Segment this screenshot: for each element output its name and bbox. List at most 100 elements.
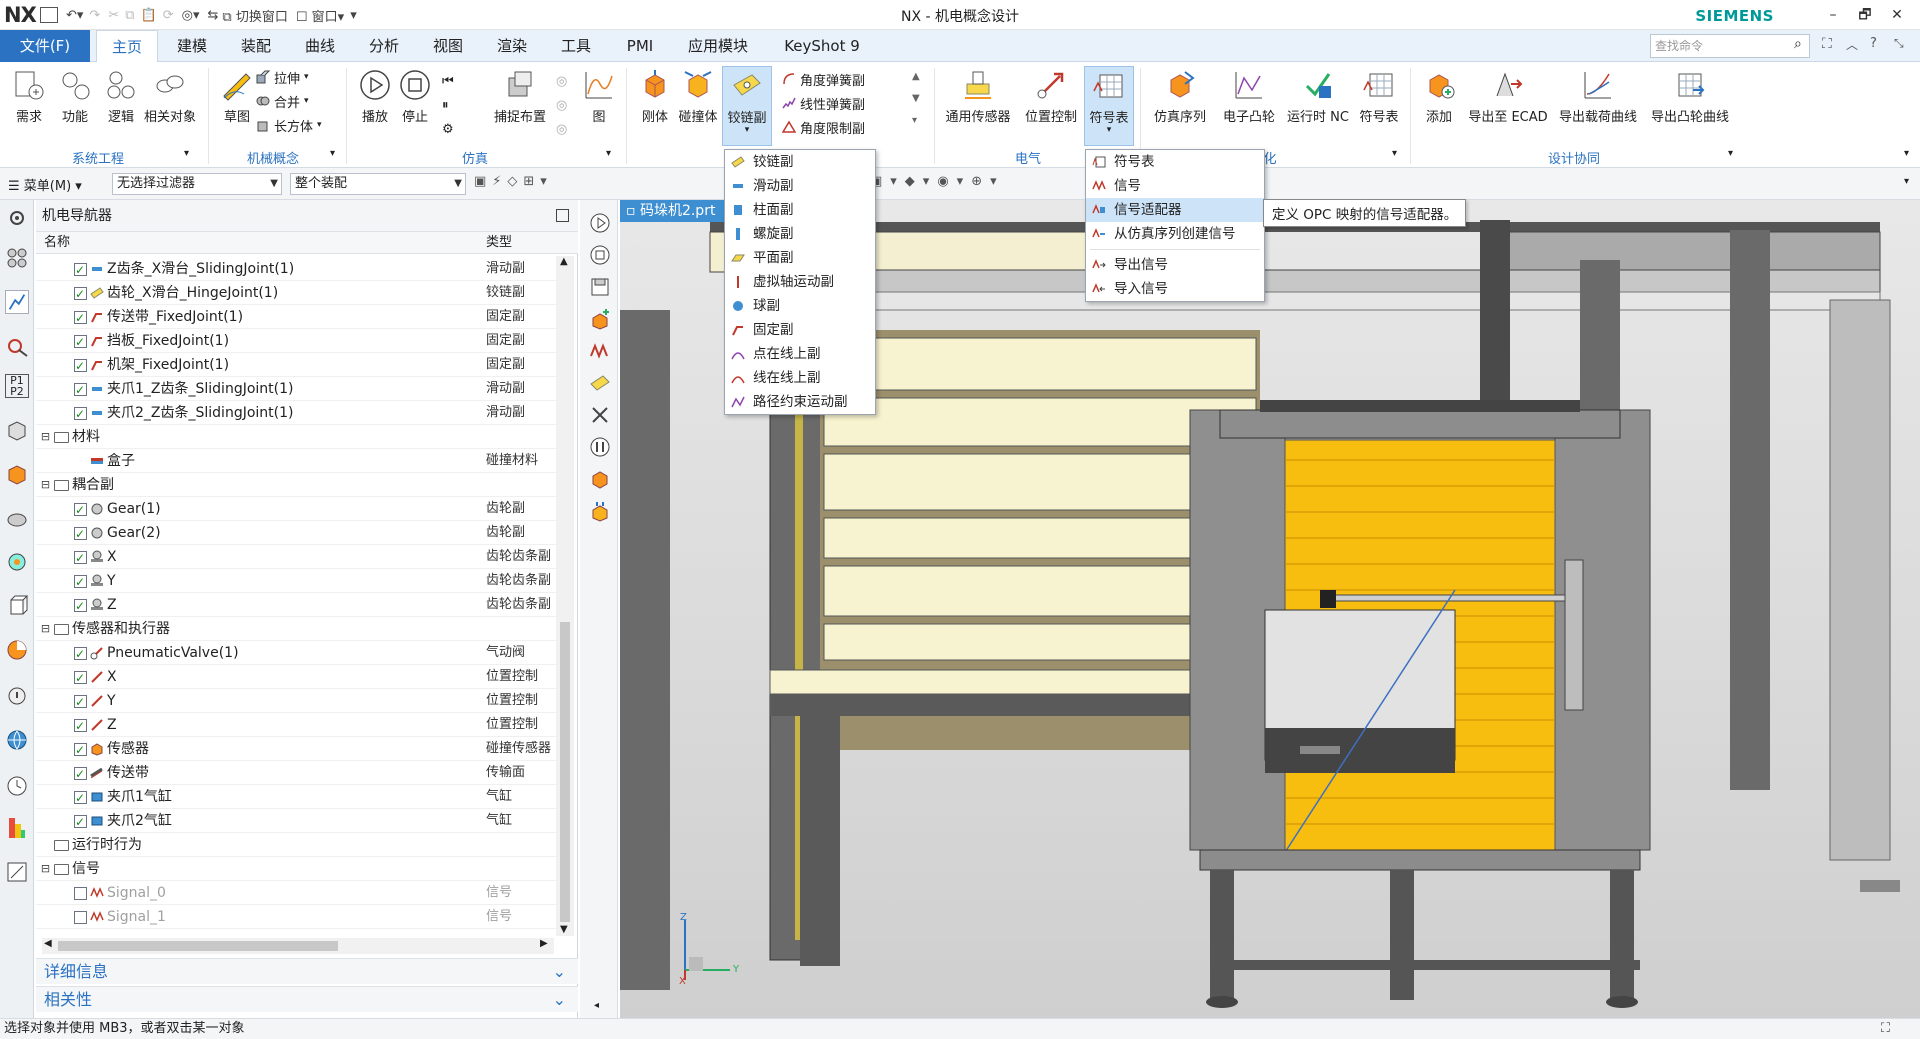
collision-icon[interactable] [589,500,611,522]
menu-item-cylindrical-joint[interactable]: 柱面副 [725,198,875,222]
tree-row[interactable]: 挡板_FixedJoint(1)固定副 [36,329,556,354]
add-button[interactable]: 添加 [1414,66,1464,142]
unite-button[interactable]: 合并 ▾ [256,90,309,112]
scroll-up-icon[interactable]: ▲ [560,256,568,267]
tab-curve[interactable]: 曲线 [290,30,350,62]
selection-mode-icon[interactable]: ◎▾ [182,8,200,23]
function-button[interactable]: 功能 [50,66,100,142]
close-button[interactable]: ✕ [1882,4,1912,26]
visibility-checkbox[interactable] [74,910,87,924]
stop-button[interactable]: 停止 [390,66,440,142]
menu-item-screw-joint[interactable]: 螺旋副 [725,222,875,246]
export-ecad-button[interactable]: 导出至 ECAD [1464,66,1552,142]
fullscreen-icon[interactable]: ⛶ [1822,36,1832,52]
menu-item-planar-joint[interactable]: 平面副 [725,246,875,270]
snapshot-layout-button[interactable]: 捕捉布置 [488,66,552,142]
tree-folder-row[interactable]: ⊟ 传感器和执行器 [36,617,556,641]
menu-item-hinge-joint[interactable]: 铰链副 [725,150,875,174]
tab-render[interactable]: 渲染 [482,30,542,62]
stop-icon[interactable] [589,244,611,266]
signal-icon[interactable] [589,340,611,362]
tree-folder-row[interactable]: 运行时行为 [36,833,556,857]
tree-row[interactable]: 传感器碰撞传感器 [36,737,556,762]
scope-filter-select[interactable]: 整个装配 ▼ [290,173,466,195]
cut-icon[interactable]: ✂ [108,8,119,23]
visibility-checkbox[interactable] [74,522,87,546]
play-icon[interactable] [589,212,611,234]
save-icon[interactable] [589,276,611,298]
repeat-icon[interactable]: ⟳ [163,8,174,23]
tab-pmi[interactable]: PMI [610,30,670,62]
linear-spring-joint-button[interactable]: 线性弹簧副 [782,92,865,114]
visibility-checkbox[interactable] [74,714,87,738]
touch-mode-icon[interactable]: ⇆ [208,8,219,23]
details-section[interactable]: 详细信息 ⌄ [36,958,578,984]
fullscreen-icon[interactable]: ⛶ [1881,1019,1890,1039]
export-cam-curve-button[interactable]: 导出凸轮曲线 [1646,66,1734,142]
chevron-down-icon[interactable]: ▾ [184,148,189,159]
visualization-icon[interactable] [5,816,29,840]
tree-row[interactable]: 传送带_FixedJoint(1)固定副 [36,305,556,330]
visibility-checkbox[interactable] [74,330,87,354]
move-icon[interactable] [589,308,611,330]
related-objects-button[interactable]: 相关对象 [138,66,202,142]
gallery-scroll-icons[interactable]: ▲ ▼ ▾ [912,66,920,132]
visibility-checkbox[interactable] [74,642,87,666]
redo-icon[interactable]: ↷ [89,8,100,23]
assembly-navigator-icon[interactable] [5,246,29,270]
block-button[interactable]: 长方体 ▾ [256,114,322,136]
hscroll-thumb[interactable] [58,941,338,951]
tree-row[interactable]: Z齿轮齿条副 [36,593,556,618]
tree-row[interactable]: Y位置控制 [36,689,556,714]
collapse-icon[interactable]: ⊟ [40,857,51,881]
visibility-checkbox[interactable] [74,786,87,810]
web-browser-icon[interactable] [5,728,29,752]
chevron-down-icon[interactable]: ▾ [330,148,335,159]
tab-view[interactable]: 视图 [418,30,478,62]
menu-item-virtual-axis-joint[interactable]: 虚拟轴运动副 [725,270,875,294]
requirements-button[interactable]: 需求 [4,66,54,142]
tab-home[interactable]: 主页 [96,30,158,63]
snap-toolbar-icons[interactable]: ▣⚡◇⊞▾ [474,174,714,194]
process-studio-icon[interactable] [5,550,29,574]
visibility-checkbox[interactable] [74,762,87,786]
visibility-checkbox[interactable] [74,886,87,900]
tree-row[interactable]: Gear(1)齿轮副 [36,497,556,522]
menu-item-export-signal[interactable]: 导出信号 [1086,253,1264,277]
copy-icon[interactable]: ⧉ [125,8,134,23]
column-type-header[interactable]: 类型 [486,232,512,254]
tree-row[interactable]: Signal_1 信号 [36,905,556,929]
view-toolbar-icons[interactable]: ▣▾◆▾◉▾⊕▾ [870,174,1070,194]
visibility-checkbox[interactable] [74,282,87,306]
electronic-cam-button[interactable]: 电子凸轮 [1218,66,1280,142]
visibility-checkbox[interactable] [74,666,87,690]
switch-window-button[interactable]: ⧉ 切换窗口 [222,6,287,25]
menu-button[interactable]: ☰ 菜单(M) ▾ [8,175,82,194]
column-name-header[interactable]: 名称 [44,232,70,254]
tree-row[interactable]: Signal_0 信号 [36,881,556,905]
menu-item-signal[interactable]: 信号 [1086,174,1264,198]
tree-row[interactable]: Gear(2)齿轮副 [36,521,556,546]
sim-step-icons[interactable]: ⏮ ⏸ ⚙ [442,70,460,142]
collapse-icon[interactable]: ⊟ [40,617,51,641]
filterbar-more-icon[interactable]: ▾ [1904,176,1909,187]
tree-row[interactable]: 齿轮_X滑台_HingeJoint(1)铰链副 [36,281,556,306]
tree-row[interactable]: 传送带传输面 [36,761,556,786]
collapse-icon[interactable]: ⊟ [40,425,51,449]
tree-row[interactable]: 机架_FixedJoint(1)固定副 [36,353,556,378]
simulation-sequence-button[interactable]: 仿真序列 [1144,66,1216,142]
visibility-checkbox[interactable] [74,498,87,522]
extrude-button[interactable]: 拉伸 ▾ [256,66,309,88]
scroll-right-icon[interactable]: ▶ [540,938,548,949]
tree-row[interactable]: X齿轮齿条副 [36,545,556,570]
visibility-checkbox[interactable] [74,306,87,330]
tab-tools[interactable]: 工具 [546,30,606,62]
pause-icon[interactable] [589,436,611,458]
ribbon-more-icon[interactable]: ▾ [1904,148,1909,159]
visibility-checkbox[interactable] [74,594,87,618]
snapshot-icon[interactable] [589,468,611,490]
visibility-checkbox[interactable] [74,378,87,402]
sequence-editor-icon[interactable]: P1 P2 [5,374,29,398]
command-search-input[interactable]: 查找命令 [1650,34,1810,58]
manufacturing-wizard-icon[interactable] [5,594,29,618]
